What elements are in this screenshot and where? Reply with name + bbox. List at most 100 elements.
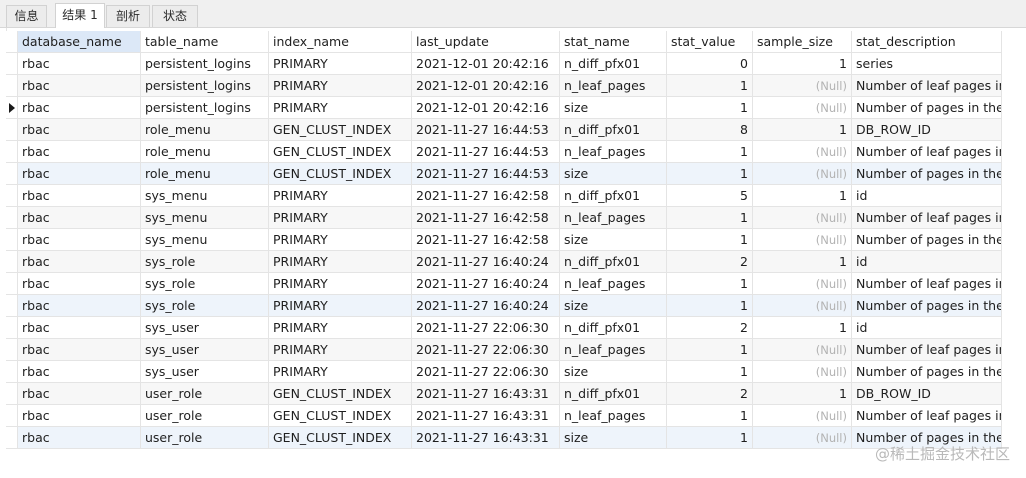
cell-sample-size[interactable]: (Null) bbox=[753, 295, 852, 317]
cell-last-update[interactable]: 2021-11-27 16:40:24 bbox=[412, 295, 560, 317]
cell-database-name[interactable]: rbac bbox=[18, 229, 141, 251]
cell-stat-description[interactable]: Number of leaf pages in t bbox=[852, 207, 1002, 229]
cell-last-update[interactable]: 2021-11-27 16:44:53 bbox=[412, 119, 560, 141]
cell-last-update[interactable]: 2021-11-27 16:43:31 bbox=[412, 427, 560, 449]
cell-table-name[interactable]: sys_menu bbox=[141, 229, 269, 251]
cell-sample-size[interactable]: 1 bbox=[753, 119, 852, 141]
cell-stat-value[interactable]: 1 bbox=[667, 97, 753, 119]
cell-stat-value[interactable]: 1 bbox=[667, 163, 753, 185]
table-row[interactable]: rbac persistent_logins PRIMARY 2021-12-01 2… bbox=[6, 97, 1002, 119]
cell-table-name[interactable]: sys_user bbox=[141, 317, 269, 339]
cell-stat-description[interactable]: Number of leaf pages in t bbox=[852, 141, 1002, 163]
row-selector[interactable] bbox=[6, 119, 18, 141]
cell-index-name[interactable]: PRIMARY bbox=[269, 251, 412, 273]
cell-sample-size[interactable]: (Null) bbox=[753, 427, 852, 449]
column-header-stat-name[interactable]: stat_name bbox=[560, 31, 667, 53]
row-selector[interactable] bbox=[6, 53, 18, 75]
cell-sample-size[interactable]: (Null) bbox=[753, 229, 852, 251]
current-row-indicator-icon[interactable] bbox=[6, 97, 18, 119]
cell-stat-value[interactable]: 1 bbox=[667, 273, 753, 295]
column-header-sample-size[interactable]: sample_size bbox=[753, 31, 852, 53]
row-selector[interactable] bbox=[6, 339, 18, 361]
column-header-stat-description[interactable]: stat_description bbox=[852, 31, 1002, 53]
tab-result-1[interactable]: 结果 1 bbox=[55, 3, 105, 28]
table-row[interactable]: rbac persistent_logins PRIMARY 2021-12-01 2… bbox=[6, 53, 1002, 75]
tab-info[interactable]: 信息 bbox=[6, 5, 47, 27]
cell-sample-size[interactable]: (Null) bbox=[753, 163, 852, 185]
cell-sample-size[interactable]: 1 bbox=[753, 251, 852, 273]
cell-stat-description[interactable]: Number of leaf pages in t bbox=[852, 339, 1002, 361]
cell-stat-value[interactable]: 2 bbox=[667, 383, 753, 405]
row-selector[interactable] bbox=[6, 317, 18, 339]
row-selector[interactable] bbox=[6, 251, 18, 273]
row-selector[interactable] bbox=[6, 383, 18, 405]
header-row-selector[interactable] bbox=[6, 31, 18, 53]
cell-stat-name[interactable]: n_leaf_pages bbox=[560, 75, 667, 97]
cell-table-name[interactable]: sys_role bbox=[141, 295, 269, 317]
cell-table-name[interactable]: sys_user bbox=[141, 361, 269, 383]
cell-sample-size[interactable]: (Null) bbox=[753, 141, 852, 163]
cell-stat-description[interactable]: Number of leaf pages in t bbox=[852, 273, 1002, 295]
cell-table-name[interactable]: role_menu bbox=[141, 141, 269, 163]
table-row[interactable]: rbac user_role GEN_CLUST_INDEX 2021-11-27 1… bbox=[6, 427, 1002, 449]
cell-sample-size[interactable]: 1 bbox=[753, 185, 852, 207]
cell-index-name[interactable]: GEN_CLUST_INDEX bbox=[269, 405, 412, 427]
cell-stat-description[interactable]: Number of leaf pages in t bbox=[852, 75, 1002, 97]
column-header-last-update[interactable]: last_update bbox=[412, 31, 560, 53]
cell-table-name[interactable]: sys_user bbox=[141, 339, 269, 361]
cell-table-name[interactable]: sys_role bbox=[141, 251, 269, 273]
cell-stat-name[interactable]: size bbox=[560, 229, 667, 251]
cell-table-name[interactable]: role_menu bbox=[141, 163, 269, 185]
cell-database-name[interactable]: rbac bbox=[18, 295, 141, 317]
cell-index-name[interactable]: PRIMARY bbox=[269, 229, 412, 251]
cell-database-name[interactable]: rbac bbox=[18, 97, 141, 119]
cell-index-name[interactable]: GEN_CLUST_INDEX bbox=[269, 427, 412, 449]
table-row[interactable]: rbac sys_role PRIMARY 2021-11-27 16:40:24 n_… bbox=[6, 273, 1002, 295]
cell-table-name[interactable]: user_role bbox=[141, 383, 269, 405]
row-selector[interactable] bbox=[6, 163, 18, 185]
cell-stat-name[interactable]: size bbox=[560, 97, 667, 119]
table-row[interactable]: rbac role_menu GEN_CLUST_INDEX 2021-11-27 1… bbox=[6, 141, 1002, 163]
cell-last-update[interactable]: 2021-12-01 20:42:16 bbox=[412, 53, 560, 75]
cell-stat-value[interactable]: 5 bbox=[667, 185, 753, 207]
table-row[interactable]: rbac sys_user PRIMARY 2021-11-27 22:06:30 n_… bbox=[6, 339, 1002, 361]
cell-stat-name[interactable]: n_diff_pfx01 bbox=[560, 185, 667, 207]
cell-last-update[interactable]: 2021-11-27 16:40:24 bbox=[412, 273, 560, 295]
cell-sample-size[interactable]: (Null) bbox=[753, 207, 852, 229]
cell-sample-size[interactable]: 1 bbox=[753, 317, 852, 339]
tab-status[interactable]: 状态 bbox=[152, 5, 198, 27]
cell-stat-description[interactable]: Number of pages in the i bbox=[852, 97, 1002, 119]
cell-stat-name[interactable]: size bbox=[560, 163, 667, 185]
cell-stat-name[interactable]: n_diff_pfx01 bbox=[560, 119, 667, 141]
cell-table-name[interactable]: sys_menu bbox=[141, 185, 269, 207]
cell-database-name[interactable]: rbac bbox=[18, 251, 141, 273]
cell-database-name[interactable]: rbac bbox=[18, 361, 141, 383]
cell-sample-size[interactable]: (Null) bbox=[753, 405, 852, 427]
cell-stat-description[interactable]: id bbox=[852, 185, 1002, 207]
cell-stat-value[interactable]: 1 bbox=[667, 339, 753, 361]
cell-stat-value[interactable]: 1 bbox=[667, 361, 753, 383]
cell-index-name[interactable]: PRIMARY bbox=[269, 97, 412, 119]
cell-stat-value[interactable]: 1 bbox=[667, 141, 753, 163]
row-selector[interactable] bbox=[6, 229, 18, 251]
cell-stat-name[interactable]: n_diff_pfx01 bbox=[560, 53, 667, 75]
cell-stat-description[interactable]: id bbox=[852, 317, 1002, 339]
cell-index-name[interactable]: PRIMARY bbox=[269, 185, 412, 207]
cell-last-update[interactable]: 2021-11-27 16:44:53 bbox=[412, 163, 560, 185]
cell-table-name[interactable]: user_role bbox=[141, 405, 269, 427]
cell-index-name[interactable]: GEN_CLUST_INDEX bbox=[269, 383, 412, 405]
row-selector[interactable] bbox=[6, 427, 18, 449]
cell-database-name[interactable]: rbac bbox=[18, 141, 141, 163]
row-selector[interactable] bbox=[6, 405, 18, 427]
cell-sample-size[interactable]: (Null) bbox=[753, 339, 852, 361]
row-selector[interactable] bbox=[6, 361, 18, 383]
cell-stat-description[interactable]: Number of leaf pages in t bbox=[852, 405, 1002, 427]
cell-sample-size[interactable]: (Null) bbox=[753, 75, 852, 97]
cell-stat-value[interactable]: 1 bbox=[667, 295, 753, 317]
cell-table-name[interactable]: persistent_logins bbox=[141, 75, 269, 97]
column-header-table-name[interactable]: table_name bbox=[141, 31, 269, 53]
cell-sample-size[interactable]: (Null) bbox=[753, 361, 852, 383]
cell-sample-size[interactable]: 1 bbox=[753, 383, 852, 405]
row-selector[interactable] bbox=[6, 141, 18, 163]
cell-stat-description[interactable]: id bbox=[852, 251, 1002, 273]
